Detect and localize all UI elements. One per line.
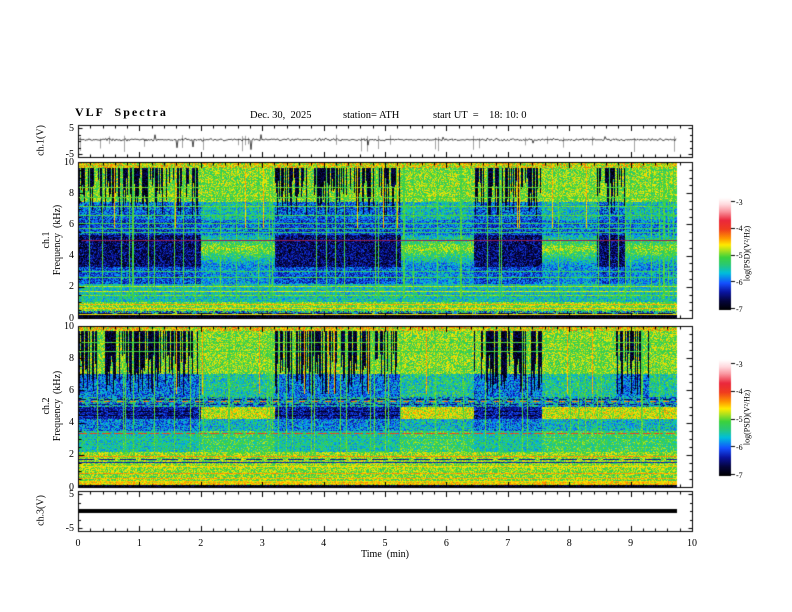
spec1-y-tick-label: 2: [69, 281, 74, 293]
spec2-y-tick-label: 4: [69, 417, 74, 429]
x-tick-label: 10: [687, 538, 697, 549]
colorbar2-tick-label: -3: [736, 359, 743, 369]
spec1-y-tick-label: 8: [69, 187, 74, 199]
ch1-voltage-axis-label: ch.1(V): [35, 125, 47, 156]
spec1-channel-label: ch.1: [41, 231, 52, 249]
spec2-y-tick-label: 2: [69, 449, 74, 461]
x-tick-label: 8: [566, 538, 572, 549]
x-tick-label: 7: [505, 538, 511, 549]
spec2-y-tick-label: 8: [69, 352, 74, 364]
colorbar1-tick-label: -7: [736, 304, 743, 314]
colorbar2-tick-label: -7: [736, 470, 743, 480]
colorbar1-tick-label: -4: [736, 224, 743, 234]
colorbar1-title: log(PSD)(V²/Hz): [742, 225, 752, 282]
spec1-y-axis-label: ch.1 Frequency (kHz): [41, 175, 63, 305]
plot-canvas: [0, 0, 792, 612]
colorbar1-tick-label: -6: [736, 277, 743, 287]
colorbar2-title: log(PSD)(V²/Hz): [742, 389, 752, 446]
date-label: Dec. 30, 2025: [250, 110, 312, 121]
spec1-y-tick-label: 6: [69, 218, 74, 230]
x-tick-label: 4: [321, 538, 327, 549]
ch3-voltage-axis-label: ch.3(V): [35, 495, 47, 526]
ch1_wave-y-tick-label: 5: [69, 122, 74, 134]
x-tick-label: 1: [136, 538, 142, 549]
spec2-y-axis-label: ch.2 Frequency (kHz): [41, 341, 63, 471]
spec1-y-tick-label: 4: [69, 250, 74, 262]
colorbar2-tick-label: -5: [736, 415, 743, 424]
colorbar2-tick-label: -6: [736, 442, 743, 452]
x-tick-label: 6: [443, 538, 449, 549]
spec2-y-tick-label: 6: [69, 384, 74, 396]
vlf-spectra-figure: VLF Spectra Dec. 30, 2025 station= ATH s…: [0, 0, 792, 612]
figure-title: VLF Spectra: [75, 105, 168, 119]
colorbar2-tick-label: -4: [736, 387, 743, 397]
x-tick-label: 2: [198, 538, 204, 549]
x-tick-label: 5: [382, 538, 388, 549]
x-tick-label: 3: [259, 538, 265, 549]
time-axis-title: Time (min): [361, 549, 409, 560]
spec2-frequency-label: Frequency (kHz): [52, 370, 63, 442]
colorbar1-tick-label: -3: [736, 197, 743, 207]
x-tick-label: 0: [75, 538, 81, 549]
spec1-frequency-label: Frequency (kHz): [52, 204, 63, 276]
x-tick-label: 9: [628, 538, 634, 549]
ch1_wave-y-tick-label: -5: [65, 148, 74, 160]
ch3_wave-y-tick-label: -5: [65, 522, 74, 534]
colorbar1-tick-label: -5: [736, 251, 743, 260]
spec2-channel-label: ch.2: [41, 397, 52, 415]
start-ut-label: start UT = 18: 10: 0: [433, 110, 527, 121]
station-label: station= ATH: [343, 110, 400, 121]
spec2-y-tick-label: 10: [64, 320, 74, 332]
ch3_wave-y-tick-label: 5: [69, 488, 74, 500]
